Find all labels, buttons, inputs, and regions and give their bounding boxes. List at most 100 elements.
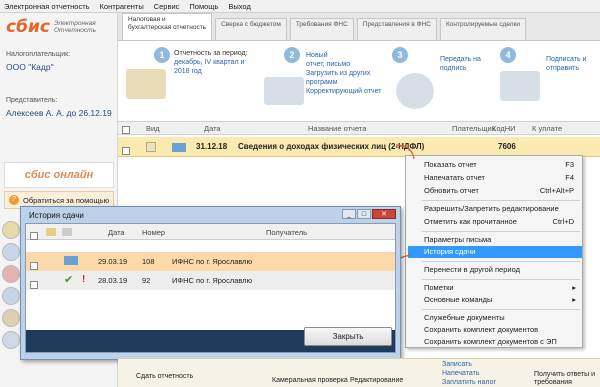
globe-icon[interactable] <box>2 243 20 261</box>
table-row[interactable]: ✔ ! 28.03.19 92 ИФНС по г. Ярославлю <box>26 271 395 290</box>
sign-transfer-link-2[interactable]: подпись <box>440 65 466 72</box>
reports-table-header: Вид Дата Название отчета Плательщик КодН… <box>118 121 600 135</box>
envelope-icon <box>64 256 78 265</box>
menu-print-report[interactable]: Напечатать отчет F4 <box>408 172 582 184</box>
col-code[interactable]: КодНИ <box>492 124 516 133</box>
menu-marks[interactable]: Пометки ▸ <box>408 282 582 294</box>
menu-separator <box>422 231 580 232</box>
representative-label: Представитель: <box>6 97 58 104</box>
taxpayer-name[interactable]: ООО "Кадр" <box>6 62 54 72</box>
help-label: Обратиться за помощью <box>23 195 110 205</box>
save-link[interactable]: Записать <box>442 361 472 368</box>
help-icon: ? <box>9 195 19 205</box>
tab-bar: Налоговая и бухгалтерская отчетность Свер… <box>118 13 600 41</box>
new-report-link[interactable]: отчет, письмо <box>306 61 350 68</box>
correction-link[interactable]: Корректирующий отчет <box>306 88 381 95</box>
minimize-icon[interactable]: _ <box>342 209 356 219</box>
menu-reporting[interactable]: Электронная отчетность <box>4 2 90 11</box>
search-icon[interactable] <box>2 331 20 349</box>
col-name[interactable]: Название отчета <box>308 124 366 133</box>
person-illustration-icon <box>396 73 434 109</box>
context-menu: Показать отчет F3 Напечатать отчет F4 Обно… <box>405 155 583 348</box>
envelope-illustration-icon <box>500 71 540 101</box>
tab-budget-reconciliation[interactable]: Сверка с бюджетом <box>215 18 287 40</box>
logo-text: сбис <box>6 17 50 37</box>
dialog-select-all-checkbox[interactable] <box>30 232 38 240</box>
table-row[interactable]: 31.12.18 Сведения о доходах физических л… <box>118 137 600 157</box>
laptop-illustration-icon <box>264 77 304 105</box>
document-icon <box>146 142 156 152</box>
checkmark-icon: ✔ <box>64 274 74 286</box>
menu-service-docs[interactable]: Служебные документы <box>408 312 582 324</box>
sign-send-link-2[interactable]: отправить <box>546 65 579 72</box>
menu-separator <box>422 279 580 280</box>
menu-submission-history[interactable]: История сдачи <box>408 246 582 258</box>
sign-send-link[interactable]: Подписать и <box>546 56 587 63</box>
rosstat-icon[interactable] <box>2 287 20 305</box>
import-link[interactable]: Загрузить из других <box>306 70 370 77</box>
window-controls: _ □ ✕ <box>341 209 396 219</box>
step-number: 2 <box>284 47 300 63</box>
import-link-2[interactable]: программ <box>306 79 338 86</box>
editing-link[interactable]: Редактирование <box>350 377 403 384</box>
dialog-col-date[interactable]: Дата <box>108 228 125 237</box>
step-text: Отчетность за период: <box>174 50 248 57</box>
menu-mark-read[interactable]: Отметить как прочитанное Ctrl+D <box>408 216 582 228</box>
sign-transfer-link[interactable]: Передать на <box>440 56 481 63</box>
folder-icon <box>46 228 56 236</box>
tab-tax-reporting[interactable]: Налоговая и бухгалтерская отчетность <box>122 13 213 40</box>
submenu-arrow-icon: ▸ <box>572 283 576 292</box>
col-type[interactable]: Вид <box>146 124 160 133</box>
new-label[interactable]: Новый <box>306 52 328 59</box>
dialog-col-number[interactable]: Номер <box>142 228 165 237</box>
col-amount[interactable]: К уплате <box>532 124 562 133</box>
menu-contractors[interactable]: Контрагенты <box>100 2 144 11</box>
row-recipient: ИФНС по г. Ярославлю <box>172 276 253 285</box>
menu-help[interactable]: Помощь <box>189 2 218 11</box>
row-checkbox[interactable] <box>122 147 130 155</box>
dialog-col-recipient[interactable]: Получатель <box>266 228 307 237</box>
pay-tax-link[interactable]: Заплатить налог <box>442 379 496 386</box>
menu-main-commands[interactable]: Основные команды ▸ <box>408 294 582 306</box>
tab-fns-submissions[interactable]: Представления в ФНС <box>356 18 437 40</box>
representative-name[interactable]: Алексеев А. А. до 26.12.19 <box>6 108 112 118</box>
menu-refresh-report[interactable]: Обновить отчет Ctrl+Alt+P <box>408 185 582 197</box>
step-number: 3 <box>392 47 408 63</box>
tab-controlled-deals[interactable]: Контролируемые сделки <box>439 18 527 40</box>
period-year-link[interactable]: 2018 год <box>174 68 202 75</box>
stamp-icon[interactable] <box>2 265 20 283</box>
report-date: 31.12.18 <box>196 142 228 151</box>
menu-exit[interactable]: Выход <box>228 2 250 11</box>
col-payer[interactable]: Плательщик <box>452 124 495 133</box>
menu-service[interactable]: Сервис <box>154 2 180 11</box>
tab-fns-requirements[interactable]: Требования ФНС <box>289 18 354 40</box>
menu-bar: Электронная отчетность Контрагенты Серви… <box>0 0 600 13</box>
menu-letter-params[interactable]: Параметры письма <box>408 234 582 246</box>
select-all-checkbox[interactable] <box>122 126 130 134</box>
print-link[interactable]: Напечатать <box>442 370 480 377</box>
menu-toggle-edit[interactable]: Разрешить/Запретить редактирование <box>408 203 582 215</box>
maximize-icon[interactable]: □ <box>357 209 371 219</box>
period-link[interactable]: декабрь, IV квартал и <box>174 59 244 66</box>
submit-reports-link[interactable]: Сдать отчетность <box>136 373 193 380</box>
submenu-arrow-icon: ▸ <box>572 295 576 304</box>
message-icon <box>62 228 72 236</box>
chart-icon[interactable] <box>2 309 20 327</box>
close-button[interactable]: Закрыть <box>304 327 392 346</box>
row-date: 29.03.19 <box>98 257 128 266</box>
menu-move-period[interactable]: Перенести в другой период <box>408 264 582 276</box>
dialog-title: История сдачи <box>29 211 84 220</box>
menu-separator <box>422 200 580 201</box>
calendar-icon[interactable] <box>2 221 20 239</box>
menu-save-docs-signed[interactable]: Сохранить комплект документов с ЭП <box>408 336 582 348</box>
get-responses-link[interactable]: Получить ответы и требования <box>534 371 596 387</box>
desk-audit-link[interactable]: Камеральная проверка <box>272 377 348 384</box>
row-checkbox[interactable] <box>30 262 38 270</box>
close-icon[interactable]: ✕ <box>372 209 396 219</box>
table-row[interactable]: 29.03.19 108 ИФНС по г. Ярославлю <box>26 252 395 271</box>
sbis-online-banner[interactable]: сбис онлайн <box>4 162 114 188</box>
row-checkbox[interactable] <box>30 281 38 289</box>
menu-save-docs[interactable]: Сохранить комплект документов <box>408 324 582 336</box>
menu-show-report[interactable]: Показать отчет F3 <box>408 159 582 171</box>
col-date[interactable]: Дата <box>204 124 221 133</box>
